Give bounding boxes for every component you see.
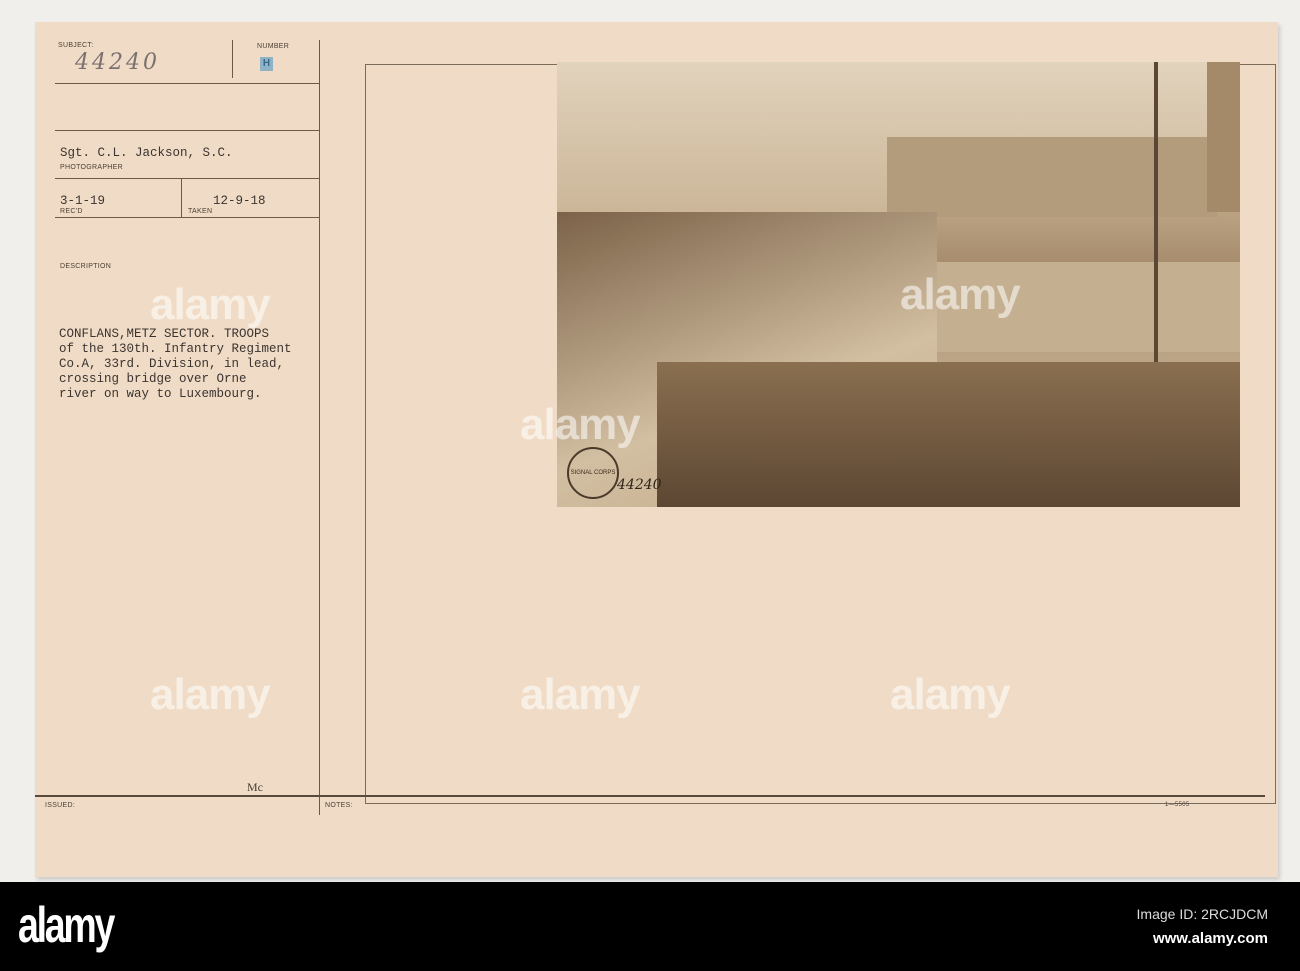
description-line: Co.A, 33rd. Division, in lead, — [59, 357, 285, 371]
footer-bar: alamy Image ID: 2RCJDCM www.alamy.com — [0, 882, 1300, 971]
taken-date: 12-9-18 — [213, 194, 266, 208]
photographer-label: PHOTOGRAPHER — [60, 164, 123, 171]
number-label: NUMBER — [257, 43, 290, 50]
description-line: crossing bridge over Orne — [59, 372, 247, 386]
watermark: alamy — [900, 270, 1021, 319]
watermark: alamy — [150, 280, 271, 329]
signal-corps-seal: SIGNAL CORPS U.S.A. — [567, 447, 619, 499]
issued-label: ISSUED: — [45, 802, 76, 809]
watermark: alamy — [520, 400, 641, 449]
subject-label: SUBJECT: — [58, 42, 94, 49]
image-id: Image ID: 2RCJDCM — [1136, 906, 1268, 922]
form-number: 1—5505 — [1165, 802, 1190, 808]
description-line: river on way to Luxembourg. — [59, 387, 262, 401]
watermark: alamy — [150, 670, 271, 719]
received-label: REC'D — [60, 208, 83, 215]
number-stamp: H — [260, 57, 273, 71]
watermark: alamy — [520, 670, 641, 719]
initials: Mc — [247, 780, 263, 794]
taken-label: TAKEN — [188, 208, 213, 215]
notes-label: NOTES: — [325, 802, 353, 809]
alamy-url[interactable]: www.alamy.com — [1153, 930, 1268, 947]
description-line: of the 130th. Infantry Regiment — [59, 342, 292, 356]
description-label: DESCRIPTION — [60, 263, 112, 270]
subject-number: 44240 — [75, 50, 160, 75]
description-text: CONFLANS,METZ SECTOR. TROOPS of the 130t… — [59, 327, 292, 402]
troops-photograph: SIGNAL CORPS U.S.A. 44240 — [557, 62, 1240, 507]
alamy-logo: alamy — [18, 897, 115, 953]
received-date: 3-1-19 — [60, 194, 106, 208]
watermark: alamy — [890, 670, 1011, 719]
photo-number: 44240 — [617, 477, 662, 493]
photographer-name: Sgt. C.L. Jackson, S.C. — [60, 146, 233, 160]
